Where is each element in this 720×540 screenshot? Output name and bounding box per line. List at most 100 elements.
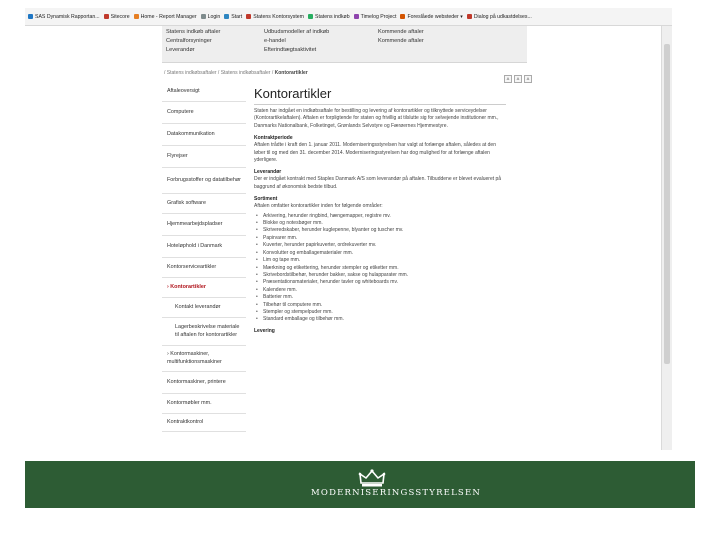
text-size-small-button[interactable]: A — [504, 75, 512, 83]
bookmark-label: SAS Dynamisk Rapportan... — [35, 13, 100, 20]
left-nav-item[interactable]: Kontormaskiner, printere — [162, 372, 246, 394]
bookmark-favicon-icon — [133, 14, 139, 19]
bookmark-favicon-icon — [224, 14, 230, 19]
mega-menu-link[interactable]: e-handel — [264, 37, 329, 46]
assortment-list-item: Papirvarer mm. — [254, 235, 506, 243]
assortment-list-item: Batterier mm. — [254, 294, 506, 302]
left-nav-label: Datakommunikation — [167, 130, 215, 137]
scrollbar-thumb[interactable] — [664, 44, 670, 364]
left-nav-label: Flyrejser — [167, 152, 188, 159]
left-nav-item[interactable]: Hjemmearbejdspladser — [162, 214, 246, 236]
left-nav-item[interactable]: Aftaleoversigt — [162, 82, 246, 102]
bookmark-item[interactable]: Home - Report Manager — [133, 13, 197, 20]
mega-menu-link[interactable]: Statens indkøb aftaler — [166, 28, 220, 37]
mega-menu-link[interactable]: Centralforsyninger — [166, 37, 220, 46]
mega-menu-link[interactable]: Kommende aftaler — [378, 28, 424, 37]
period-paragraph: Aftalen trådte i kraft den 1. januar 201… — [254, 142, 496, 164]
bookmark-item[interactable]: Login — [200, 13, 221, 20]
bookmark-item[interactable]: Timelog Project — [353, 13, 397, 20]
bookmark-item[interactable]: Sitecore — [103, 13, 130, 20]
bookmark-label: Dialog på udkastdelses... — [473, 13, 532, 20]
bookmark-item[interactable]: Start — [224, 14, 242, 20]
page-title: Kontorartikler — [254, 86, 332, 101]
left-nav-label: Kontormøbler mm. — [167, 399, 212, 406]
vertical-scrollbar[interactable] — [661, 26, 672, 450]
left-nav-item[interactable]: › Kontormaskiner, multifunktionsmaskiner — [162, 346, 246, 372]
bookmark-favicon-icon — [400, 14, 406, 19]
bookmark-label: Start — [231, 13, 243, 20]
assortment-list-item: Blokke og notesbøger mm. — [254, 220, 506, 228]
left-nav-item[interactable]: Computere — [162, 102, 246, 124]
left-nav-item[interactable]: › Kontorartikler — [162, 278, 246, 298]
left-nav-label: › Kontormaskiner, multifunktionsmaskiner — [167, 351, 222, 365]
text-size-medium-button[interactable]: A — [514, 75, 522, 83]
mega-menu-link[interactable]: Kommende aftaler — [378, 37, 424, 46]
left-nav-label: Hoteløphold i Danmark — [167, 242, 223, 249]
left-nav-label: Kontormaskiner, printere — [167, 378, 226, 385]
bookmarks-bar: SAS Dynamisk Rapportan... Sitecore Home - … — [25, 8, 672, 26]
delivery-heading: Levering — [254, 327, 275, 334]
assortment-list-item: Skrivebordstilbehør, herunder bakker, sa… — [254, 272, 506, 280]
assortment-list-item: Konvolutter og emballagematerialer mm. — [254, 250, 506, 258]
mega-menu: Statens indkøb aftaler Centralforsyninger… — [162, 26, 527, 63]
bookmark-favicon-icon — [246, 14, 252, 19]
bookmark-item[interactable]: Dialog på udkastdelses... — [466, 13, 532, 20]
bookmark-item[interactable]: Statens Kontorsystem — [246, 14, 304, 20]
assortment-list-item: Præsentationsmaterialer, herunder tavler… — [254, 279, 506, 287]
assortment-list-item: Arkivering, herunder ringbind, hængemapp… — [254, 213, 506, 221]
left-nav-label: Computere — [167, 108, 194, 115]
assortment-list-item: Kalendere mm. — [254, 287, 506, 295]
assortment-list-item: Standard emballage og tilbehør mm. — [254, 316, 506, 324]
assortment-list-item: Tilbehør til computere mm. — [254, 302, 506, 310]
breadcrumb[interactable]: / Statens indkøbsaftaler / Statens indkø… — [164, 70, 308, 76]
left-nav-item[interactable]: Grafisk software — [162, 194, 246, 214]
left-nav-subitem[interactable]: Lagerbeskrivelse materiale til aftalen f… — [162, 318, 246, 346]
bookmark-label: Login — [207, 13, 221, 20]
assortment-list-item: Stempler og stempelpuder mm. — [254, 309, 506, 317]
left-nav-label: Lagerbeskrivelse materiale til aftalen f… — [175, 324, 240, 338]
mega-menu-link[interactable]: Udbudsmodeller af indkøb — [264, 28, 329, 37]
bookmark-item[interactable]: SAS Dynamisk Rapportan... — [28, 14, 100, 20]
left-nav-label: Forbrugsstoffer og datatilbehør — [167, 176, 241, 183]
left-nav-item[interactable]: Kontraktkontrol — [162, 414, 246, 432]
breadcrumb-trail[interactable]: / Statens indkøbsaftaler / Statens indkø… — [164, 70, 275, 76]
left-nav-item[interactable]: Flyrejser — [162, 146, 246, 168]
left-nav-subitem[interactable]: Kontakt leverandør — [162, 298, 246, 318]
left-nav-item[interactable]: Forbrugsstoffer og datatilbehør — [162, 168, 246, 194]
mega-menu-column-3: Kommende aftaler Kommende aftaler — [378, 28, 424, 46]
bookmark-label: Sitecore — [110, 13, 130, 20]
text-size-large-button[interactable]: A — [524, 75, 532, 83]
title-divider — [254, 104, 506, 105]
bookmark-item[interactable]: Statens indkøb — [307, 13, 350, 20]
left-nav-label: Kontraktkontrol — [167, 418, 204, 425]
left-nav-label: Grafisk software — [167, 199, 206, 206]
left-nav-label: Kontakt leverandør — [175, 303, 221, 310]
supplier-paragraph: Der er indgået kontrakt med Staples Danm… — [254, 176, 502, 190]
left-nav-item[interactable]: Kontormøbler mm. — [162, 394, 246, 414]
mega-menu-link[interactable]: Efterindtægtsaktivitet — [264, 46, 329, 55]
left-nav-label: › Kontorartikler — [167, 283, 206, 290]
left-nav-label: Aftaleoversigt — [167, 87, 200, 94]
bookmark-favicon-icon — [28, 14, 33, 19]
bookmark-favicon-icon — [307, 14, 313, 19]
intro-paragraph: Staten har indgået en indkøbsaftale for … — [254, 108, 499, 129]
bookmark-label: Timelog Project — [360, 13, 397, 20]
bookmark-item[interactable]: Foreslåede websteder ▾ — [400, 14, 463, 20]
mega-menu-column-2: Udbudsmodeller af indkøb e-handel Efterind… — [264, 28, 329, 55]
bookmark-favicon-icon — [353, 14, 359, 19]
assortment-list-item: Lim og tape mm. — [254, 257, 506, 265]
mega-menu-link[interactable]: Leverandør — [166, 46, 220, 55]
bookmark-label: Statens Kontorsystem — [253, 13, 304, 20]
left-nav-item[interactable]: Datakommunikation — [162, 124, 246, 146]
website-page: Statens indkøb aftaler Centralforsyninger… — [162, 26, 532, 450]
browser-window: SAS Dynamisk Rapportan... Sitecore Home - … — [25, 8, 672, 450]
text-size-tools: A A A — [504, 75, 532, 83]
organization-name: MODERNISERINGSSTYRELSEN — [311, 488, 481, 498]
mega-menu-column-1: Statens indkøb aftaler Centralforsyninger… — [166, 28, 220, 55]
bookmark-favicon-icon — [200, 14, 206, 19]
bookmark-label: Statens indkøb — [314, 13, 350, 20]
left-nav-item[interactable]: Kontorserviceartikler — [162, 258, 246, 278]
assortment-intro: Aftalen omfatter kontorartikler inden fo… — [254, 203, 383, 210]
bookmark-label: Home - Report Manager — [140, 13, 197, 20]
left-nav-item[interactable]: Hoteløphold i Danmark — [162, 236, 246, 258]
